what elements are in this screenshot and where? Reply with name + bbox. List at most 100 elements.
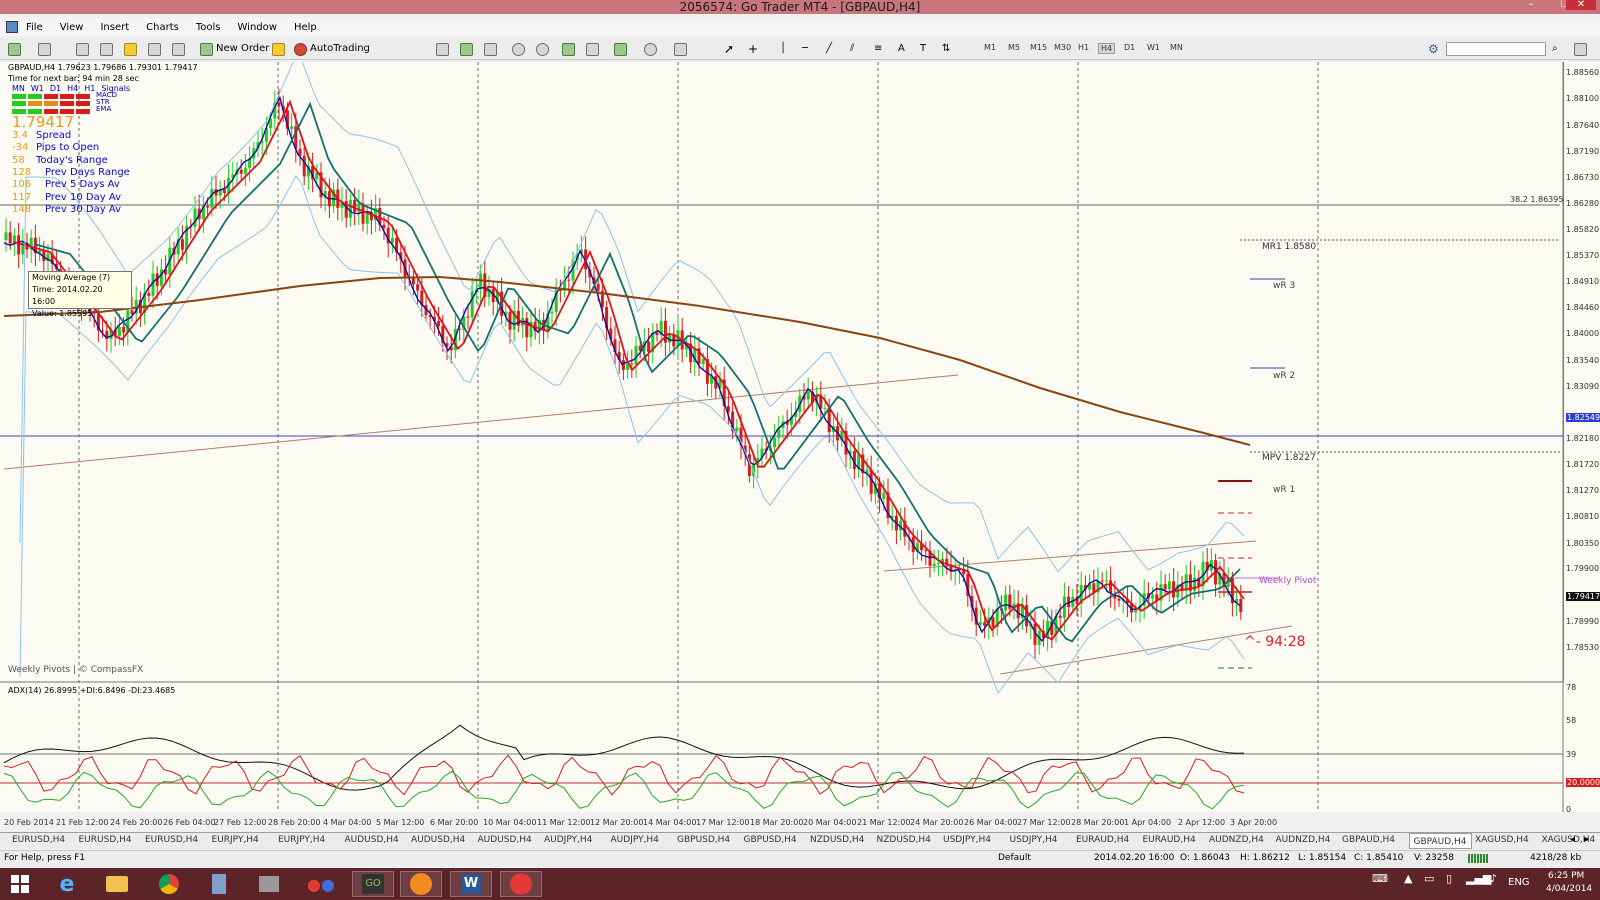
- zoom-in-button[interactable]: [512, 41, 525, 57]
- profiles-button[interactable]: [38, 41, 51, 57]
- chart-tab[interactable]: USDJPY,H4: [1010, 835, 1058, 845]
- autotrading-button[interactable]: AutoTrading: [294, 41, 370, 57]
- chart-tab[interactable]: EURJPY,H4: [212, 835, 259, 845]
- menu-file[interactable]: File: [26, 22, 43, 33]
- chart-tab[interactable]: AUDUSD,H4: [478, 835, 532, 845]
- cursor-button[interactable]: ➚: [724, 41, 734, 57]
- autoscroll-button[interactable]: [562, 41, 575, 57]
- vertical-line-button[interactable]: │: [780, 41, 786, 57]
- taskbar-calculator[interactable]: [198, 871, 240, 897]
- chart-tab[interactable]: AUDUSD,H4: [411, 835, 465, 845]
- keyboard-icon[interactable]: ⌨: [1372, 872, 1388, 885]
- network-icon[interactable]: ▂▄▆: [1466, 872, 1491, 885]
- metaeditor-button[interactable]: [272, 41, 285, 57]
- chart-tab[interactable]: GBPUSD,H4: [744, 835, 797, 845]
- tf-d1[interactable]: D1: [1124, 43, 1135, 52]
- terminal-button[interactable]: [148, 41, 161, 57]
- chart-tab[interactable]: EURUSD,H4: [12, 835, 65, 845]
- tray-arrow-icon[interactable]: ▲: [1404, 872, 1412, 885]
- power-icon[interactable]: ▯: [1446, 872, 1452, 885]
- market-watch-button[interactable]: [76, 41, 89, 57]
- menu-insert[interactable]: Insert: [100, 22, 129, 33]
- crosshair-button[interactable]: +: [748, 41, 758, 57]
- trendline-button[interactable]: ╱: [826, 41, 832, 57]
- taskbar-orange-app[interactable]: [400, 871, 442, 897]
- bar-chart-button[interactable]: [436, 41, 449, 57]
- candlestick-button[interactable]: [460, 41, 473, 57]
- menu-tools[interactable]: Tools: [196, 22, 221, 33]
- tf-m15[interactable]: M15: [1030, 43, 1047, 52]
- clock-time[interactable]: 6:25 PM: [1548, 871, 1584, 881]
- chart-tab[interactable]: NZDUSD,H4: [810, 835, 864, 845]
- tf-m5[interactable]: M5: [1008, 43, 1020, 52]
- taskbar-chrome[interactable]: [148, 871, 190, 897]
- chart-tab[interactable]: XAGUSD,H4: [1475, 835, 1529, 845]
- menu-help[interactable]: Help: [294, 22, 317, 33]
- chart-tab[interactable]: AUDJPY,H4: [544, 835, 592, 845]
- language-indicator[interactable]: ENG: [1508, 877, 1530, 888]
- taskbar-red-app[interactable]: [500, 871, 542, 897]
- chart-tab[interactable]: EURUSD,H4: [79, 835, 132, 845]
- settings-button[interactable]: ⚙: [1428, 41, 1439, 57]
- taskbar-app-dots[interactable]: ●●: [300, 871, 342, 897]
- clock-date[interactable]: 4/04/2014: [1546, 884, 1592, 894]
- chart-panel[interactable]: [0, 62, 1600, 812]
- chart-tab[interactable]: EURUSD,H4: [145, 835, 198, 845]
- channel-button[interactable]: ⫽: [850, 41, 854, 57]
- account-button[interactable]: [1574, 41, 1587, 57]
- volume-icon[interactable]: ♪: [1490, 872, 1497, 885]
- tf-m1[interactable]: M1: [984, 43, 996, 52]
- price-chart[interactable]: [0, 62, 1600, 812]
- tf-h1[interactable]: H1: [1078, 43, 1089, 52]
- chart-tab[interactable]: AUDNZD,H4: [1276, 835, 1331, 845]
- chart-tab[interactable]: EURAUD,H4: [1143, 835, 1196, 845]
- menu-charts[interactable]: Charts: [146, 22, 179, 33]
- status-open: O: 1.86043: [1180, 853, 1231, 863]
- chart-shift-button[interactable]: [586, 41, 599, 57]
- indicators-button[interactable]: [614, 41, 627, 57]
- horizontal-line-button[interactable]: ─: [802, 41, 808, 57]
- search-button[interactable]: ⌕: [1552, 41, 1558, 57]
- tab-scroll-left-icon[interactable]: ◂: [1570, 834, 1575, 845]
- action-center-icon[interactable]: ▭: [1424, 872, 1434, 885]
- chart-tab[interactable]: AUDNZD,H4: [1209, 835, 1264, 845]
- templates-button[interactable]: [674, 41, 687, 57]
- tf-h4[interactable]: H4: [1098, 43, 1116, 54]
- fibonacci-button[interactable]: ≡: [874, 41, 882, 57]
- chart-tab[interactable]: GBPAUD,H4: [1342, 835, 1395, 845]
- chart-tab[interactable]: GBPUSD,H4: [677, 835, 730, 845]
- start-button[interactable]: [0, 871, 40, 897]
- menu-window[interactable]: Window: [238, 22, 277, 33]
- taskbar-ie[interactable]: e: [46, 871, 88, 897]
- menu-view[interactable]: View: [60, 22, 84, 33]
- taskbar-go-trader[interactable]: GO: [352, 871, 394, 897]
- chart-tab[interactable]: EURAUD,H4: [1076, 835, 1129, 845]
- chart-tab[interactable]: AUDJPY,H4: [611, 835, 659, 845]
- new-order-button[interactable]: New Order: [200, 41, 269, 57]
- new-chart-button[interactable]: [8, 41, 21, 57]
- navigator-button[interactable]: [124, 41, 137, 57]
- periods-button[interactable]: [644, 41, 657, 57]
- text-label-button[interactable]: T: [920, 41, 926, 57]
- text-button[interactable]: A: [898, 41, 905, 57]
- zoom-out-button[interactable]: [536, 41, 549, 57]
- data-window-button[interactable]: [100, 41, 113, 57]
- line-chart-button[interactable]: [484, 41, 497, 57]
- tf-m30[interactable]: M30: [1054, 43, 1071, 52]
- tf-w1[interactable]: W1: [1147, 43, 1160, 52]
- close-button[interactable]: ✕: [1566, 0, 1596, 10]
- tab-scroll-right-icon[interactable]: ▸: [1584, 834, 1589, 845]
- strategy-tester-button[interactable]: [172, 41, 185, 57]
- arrows-button[interactable]: ⇅: [942, 41, 950, 57]
- chart-tab[interactable]: EURJPY,H4: [278, 835, 325, 845]
- chart-tab[interactable]: NZDUSD,H4: [877, 835, 931, 845]
- chart-tab[interactable]: USDJPY,H4: [943, 835, 991, 845]
- tf-mn[interactable]: MN: [1170, 43, 1183, 52]
- minimize-button[interactable]: –: [1516, 0, 1546, 10]
- chart-tab-active[interactable]: GBPAUD,H4: [1408, 833, 1472, 849]
- chart-tab[interactable]: AUDUSD,H4: [345, 835, 399, 845]
- taskbar-word[interactable]: W: [450, 871, 492, 897]
- search-input[interactable]: [1446, 42, 1546, 56]
- taskbar-clapper[interactable]: [248, 871, 290, 897]
- taskbar-explorer[interactable]: [96, 871, 138, 897]
